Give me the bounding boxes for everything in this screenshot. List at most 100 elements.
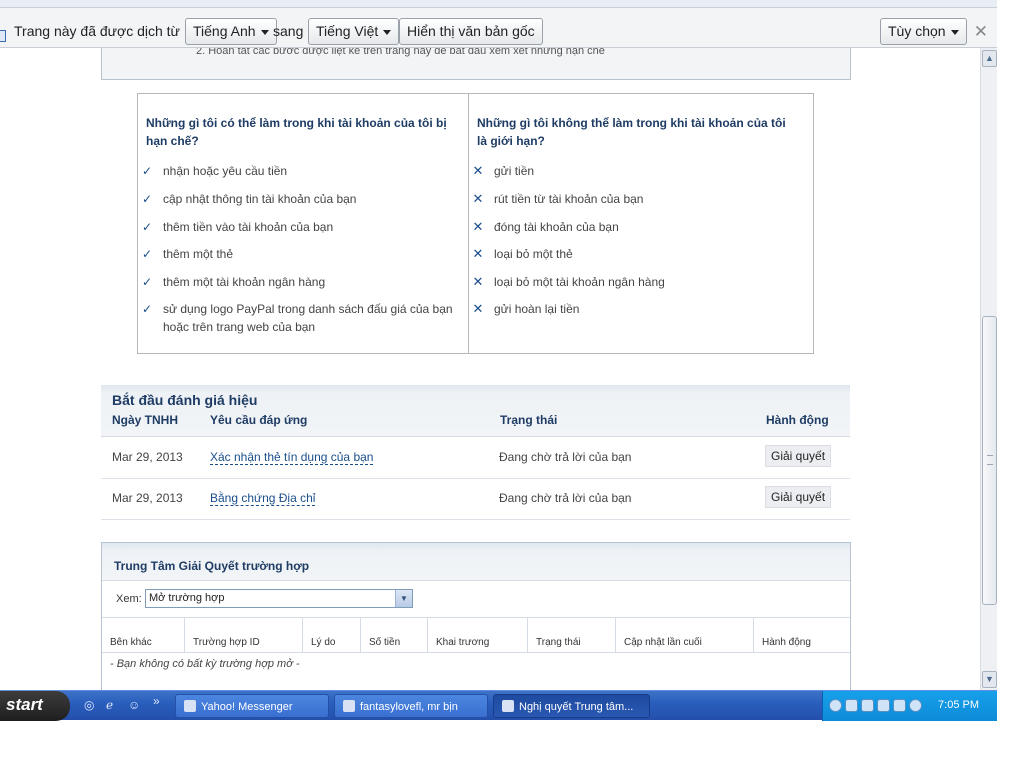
can-item: ✓ thêm một thẻ (141, 247, 234, 261)
scroll-down-icon[interactable]: ▼ (982, 671, 997, 688)
quicklaunch-icon[interactable]: ◎ (84, 698, 94, 712)
chat-icon (343, 700, 355, 712)
tray-display-icon[interactable] (861, 699, 874, 712)
cannot-item: ✕ đóng tài khoản của bạn (472, 219, 619, 234)
col-header-last-updated: Cập nhật lần cuối (616, 618, 754, 653)
x-icon: ✕ (472, 246, 484, 261)
browser-address-strip (0, 0, 1024, 8)
check-icon: ✓ (141, 164, 153, 178)
col-header-status: Trạng thái (500, 413, 558, 427)
review-header: Bắt đầu đánh giá hiệu Ngày TNHH Yêu cầu … (101, 385, 850, 437)
translate-options-button[interactable]: Tùy chọn (880, 18, 967, 45)
grip-icon (987, 455, 993, 465)
check-icon: ✓ (141, 192, 153, 206)
overflow-chevron-icon[interactable]: » (153, 694, 160, 708)
task-chat-window[interactable]: fantasylovefl, mr bịn (334, 694, 488, 718)
col-header-request: Yêu cầu đáp ứng (210, 413, 308, 427)
request-link[interactable]: Xác nhận thẻ tín dụng của bạn (210, 450, 374, 465)
translate-prefix: Trang này đã được dịch từ (14, 23, 180, 39)
check-icon: ✓ (141, 220, 153, 234)
col-header-opened: Khai trương (428, 618, 528, 653)
from-language-label: Tiếng Anh (193, 23, 256, 39)
can-item: ✓ cập nhật thông tin tài khoản của bạn (141, 192, 357, 206)
row-status: Đang chờ trả lời của bạn (499, 491, 632, 505)
cannot-item: ✕ rút tiền từ tài khoản của bạn (472, 191, 644, 206)
review-title: Bắt đầu đánh giá hiệu (112, 392, 258, 408)
check-icon: ✓ (141, 247, 153, 261)
cannot-item: ✕ loại bỏ một thẻ (472, 246, 573, 261)
scroll-up-icon[interactable]: ▲ (982, 50, 997, 67)
translate-bar: Trang này đã được dịch từ Tiếng Anh sang… (0, 8, 1000, 48)
resolve-button[interactable]: Giải quyết (765, 445, 832, 467)
row-date: Mar 29, 2013 (112, 491, 183, 505)
notice-box: 2. Hoàn tất các bước được liệt kê trên t… (101, 48, 851, 80)
yahoo-icon (184, 700, 196, 712)
task-yahoo-messenger[interactable]: Yahoo! Messenger (175, 694, 329, 718)
col-header-reason: Lý do (303, 618, 361, 653)
cannot-item: ✕ gửi hoàn lại tiền (472, 301, 580, 316)
can-item: ✓ sử dụng logo PayPal trong danh sách đấu… (141, 302, 453, 334)
col-header-case-id: Trường hợp ID (185, 618, 303, 653)
can-item: ✓ thêm một tài khoản ngân hàng (141, 275, 326, 289)
from-language-dropdown[interactable]: Tiếng Anh (185, 18, 277, 45)
row-date: Mar 29, 2013 (112, 450, 183, 464)
tray-volume-icon[interactable] (877, 699, 890, 712)
cannot-item: ✕ gửi tiền (472, 163, 535, 178)
chevron-down-icon[interactable]: ▼ (395, 590, 412, 607)
request-link[interactable]: Bằng chứng Địa chỉ (210, 491, 316, 506)
tray-expand-icon[interactable] (829, 699, 842, 712)
case-filter-value: Mở trường hợp (149, 592, 225, 604)
resolution-center-section: Trung Tâm Giải Quyết trường hợp Xem: Mở … (101, 542, 851, 690)
row-status: Đang chờ trả lời của bạn (499, 450, 632, 464)
check-icon: ✓ (141, 302, 153, 316)
task-label: fantasylovefl, mr bịn (360, 701, 458, 713)
notice-text: 2. Hoàn tất các bước được liệt kê trên t… (196, 48, 605, 57)
col-header-amount: Số tiền (361, 618, 428, 653)
browser-icon (502, 700, 514, 712)
can-item: ✓ nhận hoặc yêu cầu tiền (141, 164, 288, 178)
window-edge (997, 0, 1024, 720)
browser-icon[interactable]: ℯ (106, 698, 113, 712)
case-filter-select[interactable]: Mở trường hợp ▼ (145, 589, 413, 608)
vertical-scrollbar[interactable]: ▲ ▼ (980, 48, 997, 690)
task-label: Yahoo! Messenger (201, 701, 293, 713)
show-original-button[interactable]: Hiển thị văn bản gốc (399, 18, 543, 45)
screen: Trang này đã được dịch từ Tiếng Anh sang… (0, 0, 1024, 768)
can-do-title: Những gì tôi có thể làm trong khi tài kh… (146, 116, 447, 148)
table-row: Mar 29, 2013 Bằng chứng Địa chỉ Đang chờ… (101, 479, 850, 520)
messenger-icon[interactable]: ☺ (128, 698, 140, 712)
cases-header: Trung Tâm Giải Quyết trường hợp (102, 543, 850, 581)
task-label: Nghị quyết Trung tâm... (519, 701, 634, 713)
translate-joiner: sang (273, 23, 304, 39)
table-row: Mar 29, 2013 Xác nhận thẻ tín dụng của b… (101, 438, 850, 479)
resolve-button[interactable]: Giải quyết (765, 486, 832, 508)
to-language-label: Tiếng Việt (316, 23, 379, 39)
can-do-column: Những gì tôi có thể làm trong khi tài kh… (138, 94, 469, 353)
scrollbar-thumb[interactable] (982, 316, 997, 605)
tray-messenger-icon[interactable] (909, 699, 922, 712)
can-item: ✓ thêm tiền vào tài khoản của bạn (141, 220, 334, 234)
system-tray: 7:05 PM (822, 691, 997, 721)
view-label: Xem: (116, 593, 142, 605)
start-button[interactable]: start (0, 691, 70, 721)
taskbar: start ◎ ℯ ☺ » Yahoo! Messenger fantasylo… (0, 690, 997, 721)
tray-shield-icon[interactable] (893, 699, 906, 712)
close-icon[interactable]: ✕ (974, 22, 988, 42)
cases-table-header: Bên khác Trường hợp ID Lý do Số tiền Kha… (102, 617, 850, 653)
cannot-do-column: Những gì tôi không thể làm trong khi tài… (469, 94, 813, 353)
col-header-status: Trạng thái (528, 618, 616, 653)
cases-title: Trung Tâm Giải Quyết trường hợp (114, 559, 310, 573)
to-language-dropdown[interactable]: Tiếng Việt (308, 18, 400, 45)
empty-cases-message: - Bạn không có bất kỳ trường hợp mở - (110, 658, 300, 670)
x-icon: ✕ (472, 163, 484, 178)
chevron-down-icon (383, 29, 392, 35)
chevron-down-icon (260, 29, 269, 35)
options-label: Tùy chọn (888, 23, 946, 39)
x-icon: ✕ (472, 301, 484, 316)
limitations-box: Những gì tôi có thể làm trong khi tài kh… (137, 93, 814, 354)
task-browser-window[interactable]: Nghị quyết Trung tâm... (493, 694, 650, 718)
translate-icon (0, 30, 6, 42)
x-icon: ✕ (472, 191, 484, 206)
x-icon: ✕ (472, 274, 484, 289)
tray-network-icon[interactable] (845, 699, 858, 712)
